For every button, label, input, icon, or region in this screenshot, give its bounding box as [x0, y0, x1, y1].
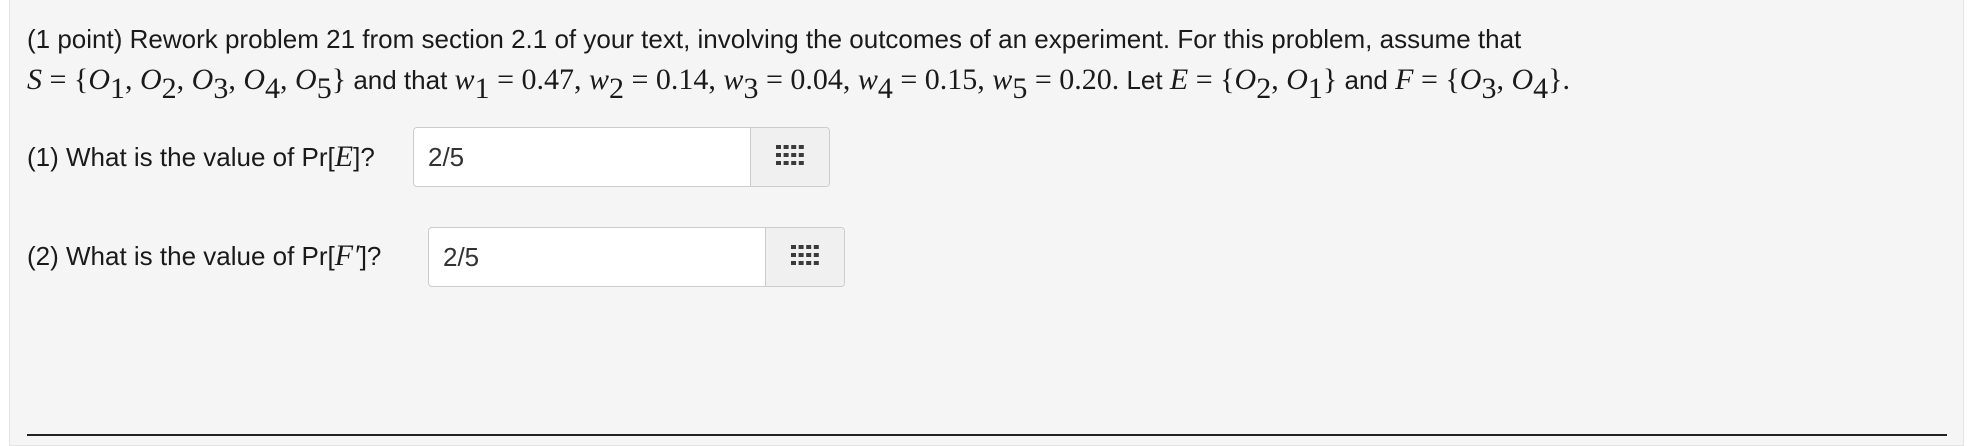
- question-2-label: (2) What is the value of Pr[F′]?: [27, 239, 382, 272]
- keypad-grid-icon: [791, 244, 819, 270]
- answer-1-input[interactable]: [414, 128, 750, 186]
- question-1-label: (1) What is the value of Pr[E]?: [27, 140, 375, 173]
- text-and-that: and that: [353, 65, 448, 95]
- problem-definitions: S = {O1, O2, O3, O4, O5} and that w1 = 0…: [27, 63, 1571, 105]
- section-divider: [27, 434, 1947, 436]
- period: .: [1562, 63, 1571, 96]
- answer-1-tool-button[interactable]: [750, 128, 829, 186]
- problem-intro: (1 point) Rework problem 21 from section…: [27, 24, 1522, 54]
- answer-2-field: [428, 227, 845, 287]
- answer-2-tool-button[interactable]: [765, 228, 844, 286]
- answer-2-input[interactable]: [429, 228, 765, 286]
- text-let: Let: [1126, 65, 1163, 95]
- answer-1-field: [413, 127, 830, 187]
- question-1-variable: E: [334, 140, 354, 173]
- keypad-grid-icon: [776, 144, 804, 170]
- question-2-variable: F′: [334, 239, 360, 272]
- text-and: and: [1344, 65, 1388, 95]
